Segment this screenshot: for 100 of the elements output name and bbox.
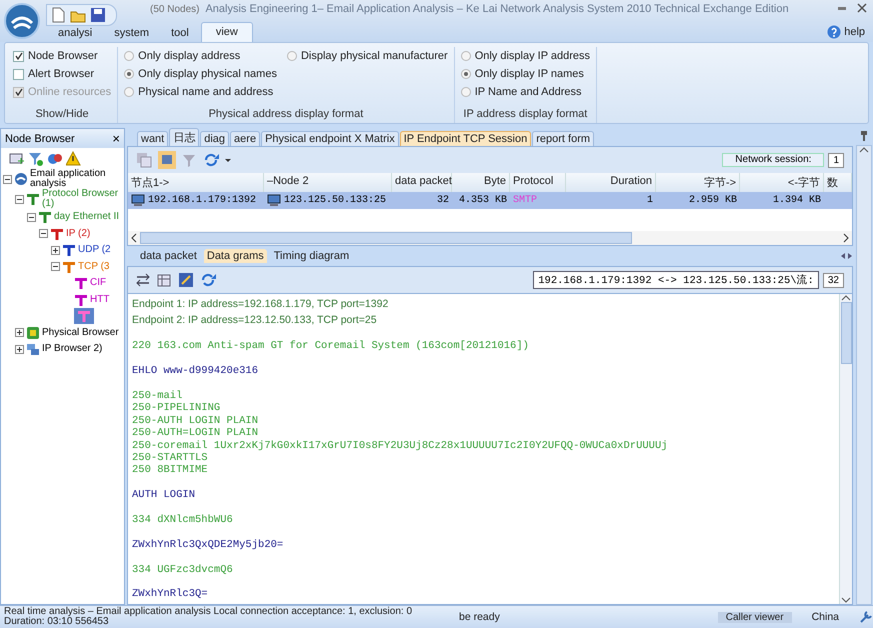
help-icon[interactable] <box>827 25 842 39</box>
detail-tab[interactable]: Data grams <box>204 249 267 263</box>
scrollbar-thumb[interactable] <box>840 302 852 364</box>
option-label: Display physical manufacturer <box>300 50 448 62</box>
column-header[interactable]: 数 <box>824 173 852 192</box>
column-header[interactable]: data packet <box>392 173 452 192</box>
document-tab[interactable]: want <box>137 131 168 146</box>
swap-icon[interactable] <box>136 273 151 287</box>
edit-icon[interactable] <box>178 272 194 288</box>
scroll-up-icon[interactable] <box>859 146 869 154</box>
scroll-down-icon[interactable] <box>841 596 851 604</box>
close-button[interactable]: × <box>112 132 120 145</box>
caller-viewer-button[interactable]: Caller viewer <box>718 612 792 622</box>
computer-icon <box>131 194 145 207</box>
document-tab[interactable]: report form <box>532 131 594 146</box>
column-header[interactable]: –Node 2 <box>264 173 392 192</box>
new-file-icon[interactable] <box>51 7 66 23</box>
stream-line: 220 163.com Anti-spam GT for Coremail System (163com[20121016]) <box>132 340 530 353</box>
expand-icon[interactable] <box>15 344 24 354</box>
refresh-icon[interactable] <box>203 152 219 168</box>
caret-icon[interactable] <box>225 158 231 162</box>
option-label: Alert Browser <box>28 68 94 80</box>
column-header[interactable]: Protocol <box>510 173 566 192</box>
option-label: Only display IP address <box>474 50 590 62</box>
tree-item[interactable]: Physical Browser <box>42 328 119 338</box>
wrench-icon[interactable] <box>859 610 873 624</box>
expand-icon[interactable] <box>51 246 60 255</box>
checkbox[interactable] <box>13 68 24 80</box>
document-tab[interactable]: aere <box>230 131 260 146</box>
option-label: Only display address <box>138 50 240 62</box>
radio-button[interactable] <box>124 51 134 61</box>
checkbox[interactable] <box>13 50 24 62</box>
collapse-icon[interactable] <box>15 194 24 204</box>
radio-button[interactable] <box>286 51 297 61</box>
pin-icon[interactable] <box>859 130 869 142</box>
radio-button[interactable] <box>460 87 471 97</box>
refresh-icon[interactable] <box>200 272 216 288</box>
collapse-icon[interactable] <box>51 262 60 272</box>
tree-item[interactable]: HTT <box>90 294 110 305</box>
save-icon[interactable] <box>90 7 106 23</box>
column-header[interactable]: 字节-> <box>656 173 740 192</box>
option-label: Online resources <box>28 86 112 98</box>
scrollbar-thumb[interactable] <box>140 232 632 244</box>
warning-icon[interactable] <box>66 151 81 166</box>
tree-item[interactable]: day Ethernet II <box>54 212 120 222</box>
stream-line: ZWxhYnRlc3Q= <box>132 588 209 601</box>
tree-item[interactable]: Protocol Browser (1) <box>42 189 124 209</box>
radio-button[interactable] <box>124 87 134 97</box>
column-header[interactable]: 节点1-> <box>128 173 264 192</box>
network-icon[interactable] <box>47 151 62 166</box>
column-header[interactable]: <-字节 <box>740 173 824 192</box>
scroll-right-icon[interactable] <box>842 233 850 243</box>
detail-tab[interactable]: data packet <box>137 249 200 263</box>
t-shape-icon <box>50 226 64 241</box>
help-link[interactable]: help <box>844 26 865 38</box>
t-shape-icon <box>74 292 88 307</box>
table-cell: 1 <box>646 195 653 206</box>
tab-scroll-icon[interactable] <box>840 252 853 260</box>
collapse-icon[interactable] <box>3 174 12 184</box>
document-tab[interactable]: IP Endpoint TCP Session <box>400 131 532 146</box>
scroll-up-icon[interactable] <box>841 294 851 302</box>
stream-line: 250-coremail 1Uxr2xKj7kG0xkI17xGrU7I0s8FY2U3Uj8Cz28x1UUUUU7Ic2I0Y2UFQQ-0WUCa0xDrUUUUj <box>132 440 669 452</box>
expand-icon[interactable] <box>15 328 24 338</box>
stream-line: 250-PIPELINING <box>132 402 222 415</box>
tree-item[interactable]: IP (2) <box>66 228 90 239</box>
radio-button[interactable] <box>460 51 471 61</box>
tree-item[interactable]: UDP (2 <box>78 245 111 256</box>
computers-icon <box>26 342 40 356</box>
stream-line: 250-mail <box>132 390 184 402</box>
menu-tab[interactable]: analysi <box>48 24 102 42</box>
document-tab[interactable]: diag <box>200 131 230 146</box>
document-tab[interactable]: 日志 <box>169 128 200 146</box>
session-view-icon[interactable] <box>158 151 176 169</box>
table-cell: 1.394 KB <box>772 195 821 206</box>
tree-item[interactable]: IP Browser 2) <box>42 344 102 354</box>
radio-button[interactable] <box>460 69 471 79</box>
stream-select[interactable]: 192.168.1.179:1392 <-> 123.125.50.133:25\流: <box>533 271 819 289</box>
stream-line: ZWxhYnRlc3QxQDE2My5jb20= <box>132 538 284 552</box>
collapse-icon[interactable] <box>27 212 36 222</box>
scroll-left-icon[interactable] <box>130 233 138 243</box>
radio-button[interactable] <box>124 69 134 79</box>
endpoint-info: Endpoint 1: IP address=192.168.1.179, TCP port=1392 <box>132 297 390 312</box>
column-header[interactable]: Byte <box>452 173 510 192</box>
tree-item[interactable]: CIF <box>90 278 106 288</box>
document-tab[interactable]: Physical endpoint X Matrix <box>261 131 399 146</box>
detail-tab[interactable]: Timing diagram <box>270 249 352 263</box>
tree-item[interactable]: Email application analysis <box>30 169 124 189</box>
table-icon[interactable] <box>157 272 172 288</box>
region-label: China <box>812 611 839 623</box>
app-logo-icon[interactable] <box>4 3 40 39</box>
close-icon[interactable] <box>857 3 867 13</box>
column-header[interactable]: Duration <box>566 173 656 192</box>
selected-row[interactable]: 192.168.1.179:1392 123.125.50.133:25 32 4.353 KB SMTP 1 2.959 KB 1.394 KB <box>128 192 852 209</box>
menu-tab[interactable]: tool <box>161 24 199 42</box>
collapse-icon[interactable] <box>39 229 48 238</box>
menu-tab[interactable]: system <box>104 24 160 42</box>
filter-icon[interactable] <box>28 151 43 166</box>
add-node-icon[interactable] <box>9 151 24 166</box>
menu-tab[interactable]: view <box>200 22 253 42</box>
check-icon <box>14 52 22 60</box>
